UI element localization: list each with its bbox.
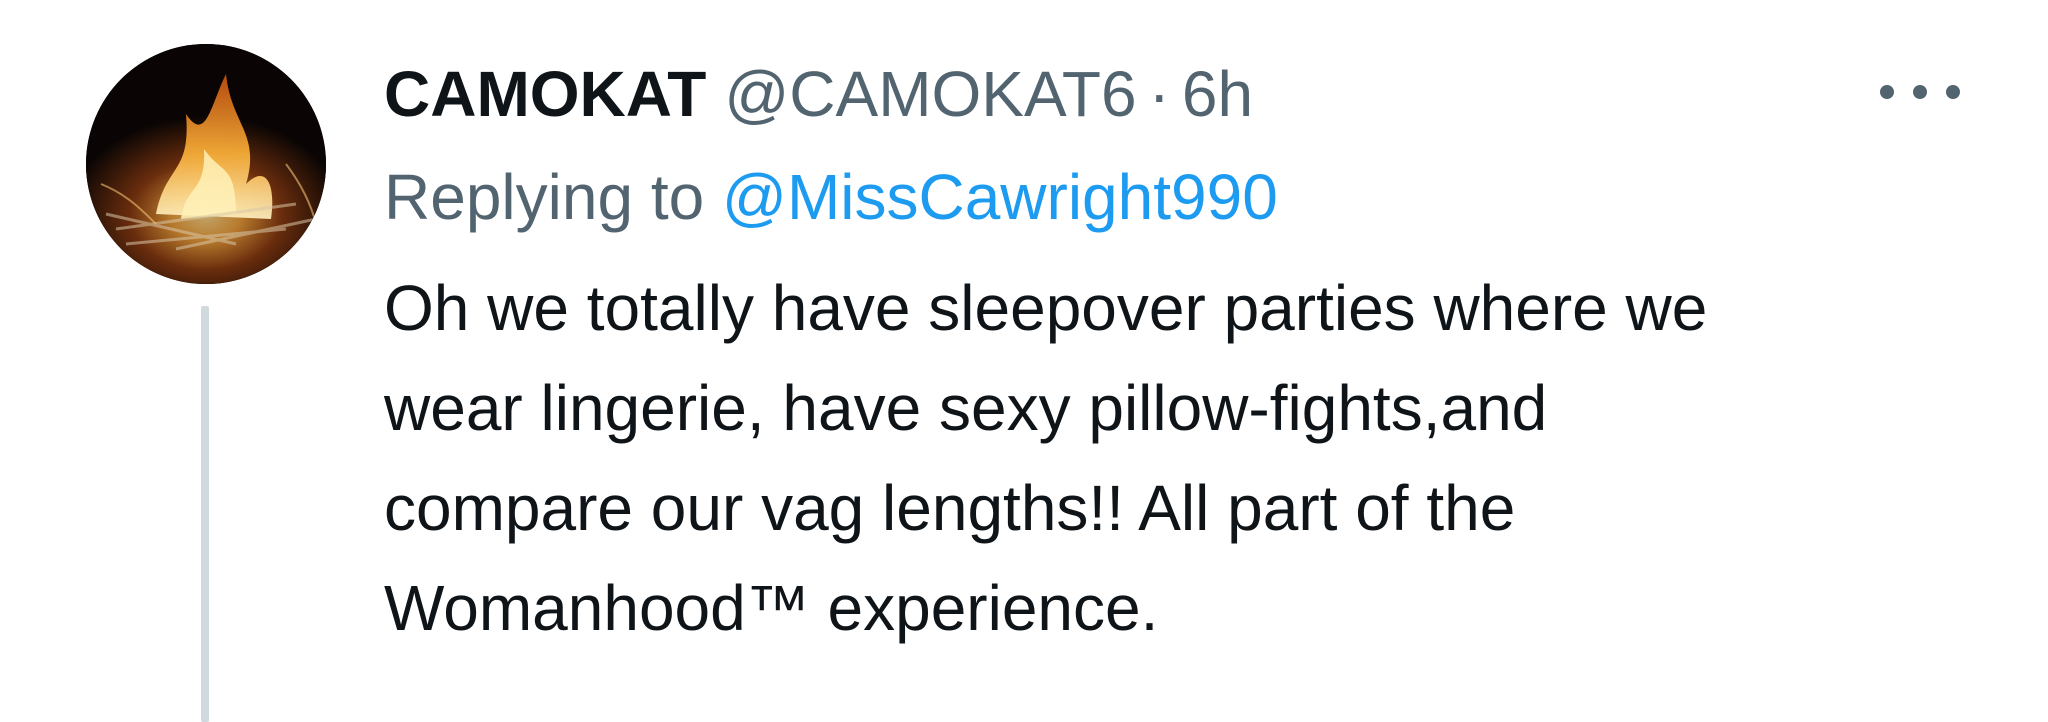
more-options-icon[interactable] (1880, 72, 1960, 112)
more-dot (1880, 85, 1894, 99)
replying-to: Replying to @MissCawright990 (384, 160, 1278, 234)
tweet-text-line: Womanhood™ experience. (384, 572, 1159, 644)
tweet-text: Oh we totally have sleepover parties whe… (384, 258, 1984, 658)
tweet-text-line: compare our vag lengths!! All part of th… (384, 472, 1516, 544)
separator-dot: · (1148, 58, 1170, 130)
replying-to-label: Replying to (384, 161, 705, 233)
thread-connector-line (201, 306, 209, 722)
user-handle[interactable]: @CAMOKAT6 (724, 57, 1136, 131)
more-dot (1946, 85, 1960, 99)
tweet-text-line: wear lingerie, have sexy pillow-fights,a… (384, 372, 1548, 444)
bonfire-avatar-image (86, 44, 326, 284)
reply-mention-link[interactable]: @MissCawright990 (722, 161, 1278, 233)
tweet-header: CAMOKAT @CAMOKAT6 · 6h (384, 52, 1253, 136)
more-dot (1913, 85, 1927, 99)
tweet[interactable]: CAMOKAT @CAMOKAT6 · 6h Replying to @Miss… (0, 0, 2048, 722)
display-name[interactable]: CAMOKAT (384, 57, 706, 131)
avatar[interactable] (86, 44, 326, 284)
timestamp[interactable]: 6h (1182, 57, 1253, 131)
tweet-text-line: Oh we totally have sleepover parties whe… (384, 272, 1708, 344)
